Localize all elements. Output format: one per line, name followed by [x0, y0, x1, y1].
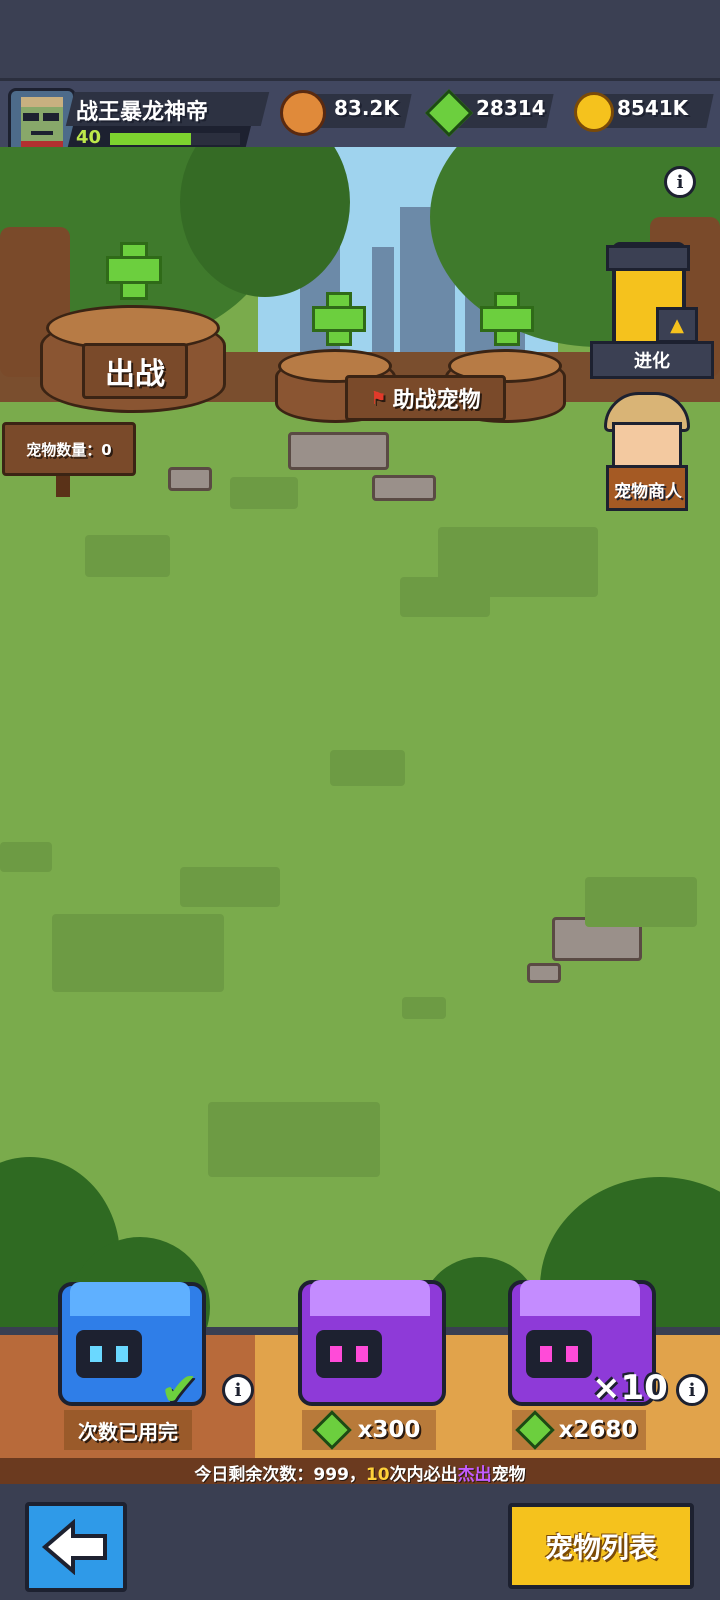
multi-count: ×10: [592, 1368, 668, 1408]
chest-lid: [310, 1280, 430, 1316]
rock: [527, 963, 561, 983]
multi-cost: x2680: [558, 1417, 638, 1443]
chest-eye: [116, 1346, 128, 1362]
grass-patch: [0, 842, 52, 872]
grass-patch: [330, 750, 405, 786]
plus-icon: [480, 306, 534, 332]
shop-notice-prefix: 今日剩余次数：999，: [194, 1465, 366, 1485]
check-icon: ✔: [160, 1362, 199, 1416]
grass-patch: [180, 867, 280, 907]
chest-lid: [520, 1280, 640, 1316]
back-arrow-icon: [41, 1519, 107, 1575]
pet-list-button[interactable]: 宠物列表: [508, 1503, 694, 1589]
plus-icon: [106, 256, 162, 284]
shop-notice-suffix: 宠物: [491, 1465, 526, 1485]
chest-eye: [356, 1346, 368, 1362]
shop-notice: 今日剩余次数：999，10次内必出杰出宠物: [0, 1460, 720, 1485]
merchant-label[interactable]: 宠物商人: [580, 477, 716, 502]
grass-patch: [230, 477, 298, 509]
evolve-machine-cap: [606, 245, 690, 271]
status-bar: [0, 0, 720, 78]
rock: [168, 467, 212, 491]
shop-notice-count: 10: [365, 1465, 390, 1485]
rock: [372, 475, 436, 501]
info-icon[interactable]: i: [664, 166, 696, 198]
chest-eye: [90, 1346, 102, 1362]
pet-yard-scene: 出战 ⚑ 助战宠物 宠物数量：0 ▲ 进化 i 宠物商人: [0, 147, 720, 1327]
building: [372, 247, 394, 357]
shop-notice-mid: 次内必出: [389, 1465, 458, 1485]
gem-icon: [311, 1410, 352, 1450]
paw-coin-icon[interactable]: [280, 90, 326, 136]
chest-face: [526, 1330, 592, 1378]
back-button[interactable]: [25, 1502, 127, 1592]
chest-eye: [330, 1346, 342, 1362]
deploy-label[interactable]: 出战: [82, 343, 188, 399]
chest-face: [316, 1330, 382, 1378]
gems-value: 28314: [476, 96, 546, 120]
rock: [288, 432, 389, 470]
free-chest-label: 次数已用完: [64, 1410, 192, 1450]
paws-value: 83.2K: [334, 96, 399, 120]
evolve-label[interactable]: 进化: [590, 341, 714, 379]
info-icon[interactable]: i: [222, 1374, 254, 1406]
pet-count-sign: 宠物数量：0: [2, 422, 136, 476]
shop-notice-rarity: 杰出: [457, 1465, 492, 1485]
gold-value: 8541K: [617, 96, 689, 120]
assist-pets-sign[interactable]: ⚑ 助战宠物: [345, 375, 506, 421]
chest-eye: [540, 1346, 552, 1362]
gem-icon: [514, 1410, 555, 1450]
xp-bar-fill: [110, 133, 191, 145]
single-chest[interactable]: [298, 1280, 446, 1406]
single-cost-button[interactable]: x300: [302, 1410, 436, 1450]
grass-patch: [208, 1102, 380, 1177]
grass-patch: [52, 914, 224, 992]
grass-patch: [402, 997, 446, 1019]
avatar-face-icon: [21, 97, 63, 151]
info-icon[interactable]: i: [676, 1374, 708, 1406]
chest-lid: [70, 1282, 190, 1316]
grass-patch: [400, 577, 490, 617]
chest-face: [76, 1330, 142, 1378]
player-name: 战王暴龙神帝: [76, 100, 209, 125]
gold-coin-icon[interactable]: [574, 92, 614, 132]
plus-icon: [312, 306, 366, 332]
multi-cost-button[interactable]: x2680: [512, 1410, 646, 1450]
xp-bar: [110, 133, 240, 145]
single-cost: x300: [357, 1417, 421, 1443]
player-level: 40: [76, 127, 102, 148]
grass-patch: [85, 535, 170, 577]
grass-patch: [585, 877, 697, 927]
chest-eye: [566, 1346, 578, 1362]
assist-pets-label: 助战宠物: [392, 388, 481, 413]
flag-icon: ⚑: [370, 387, 387, 409]
evolve-arrow-icon: ▲: [656, 307, 698, 343]
